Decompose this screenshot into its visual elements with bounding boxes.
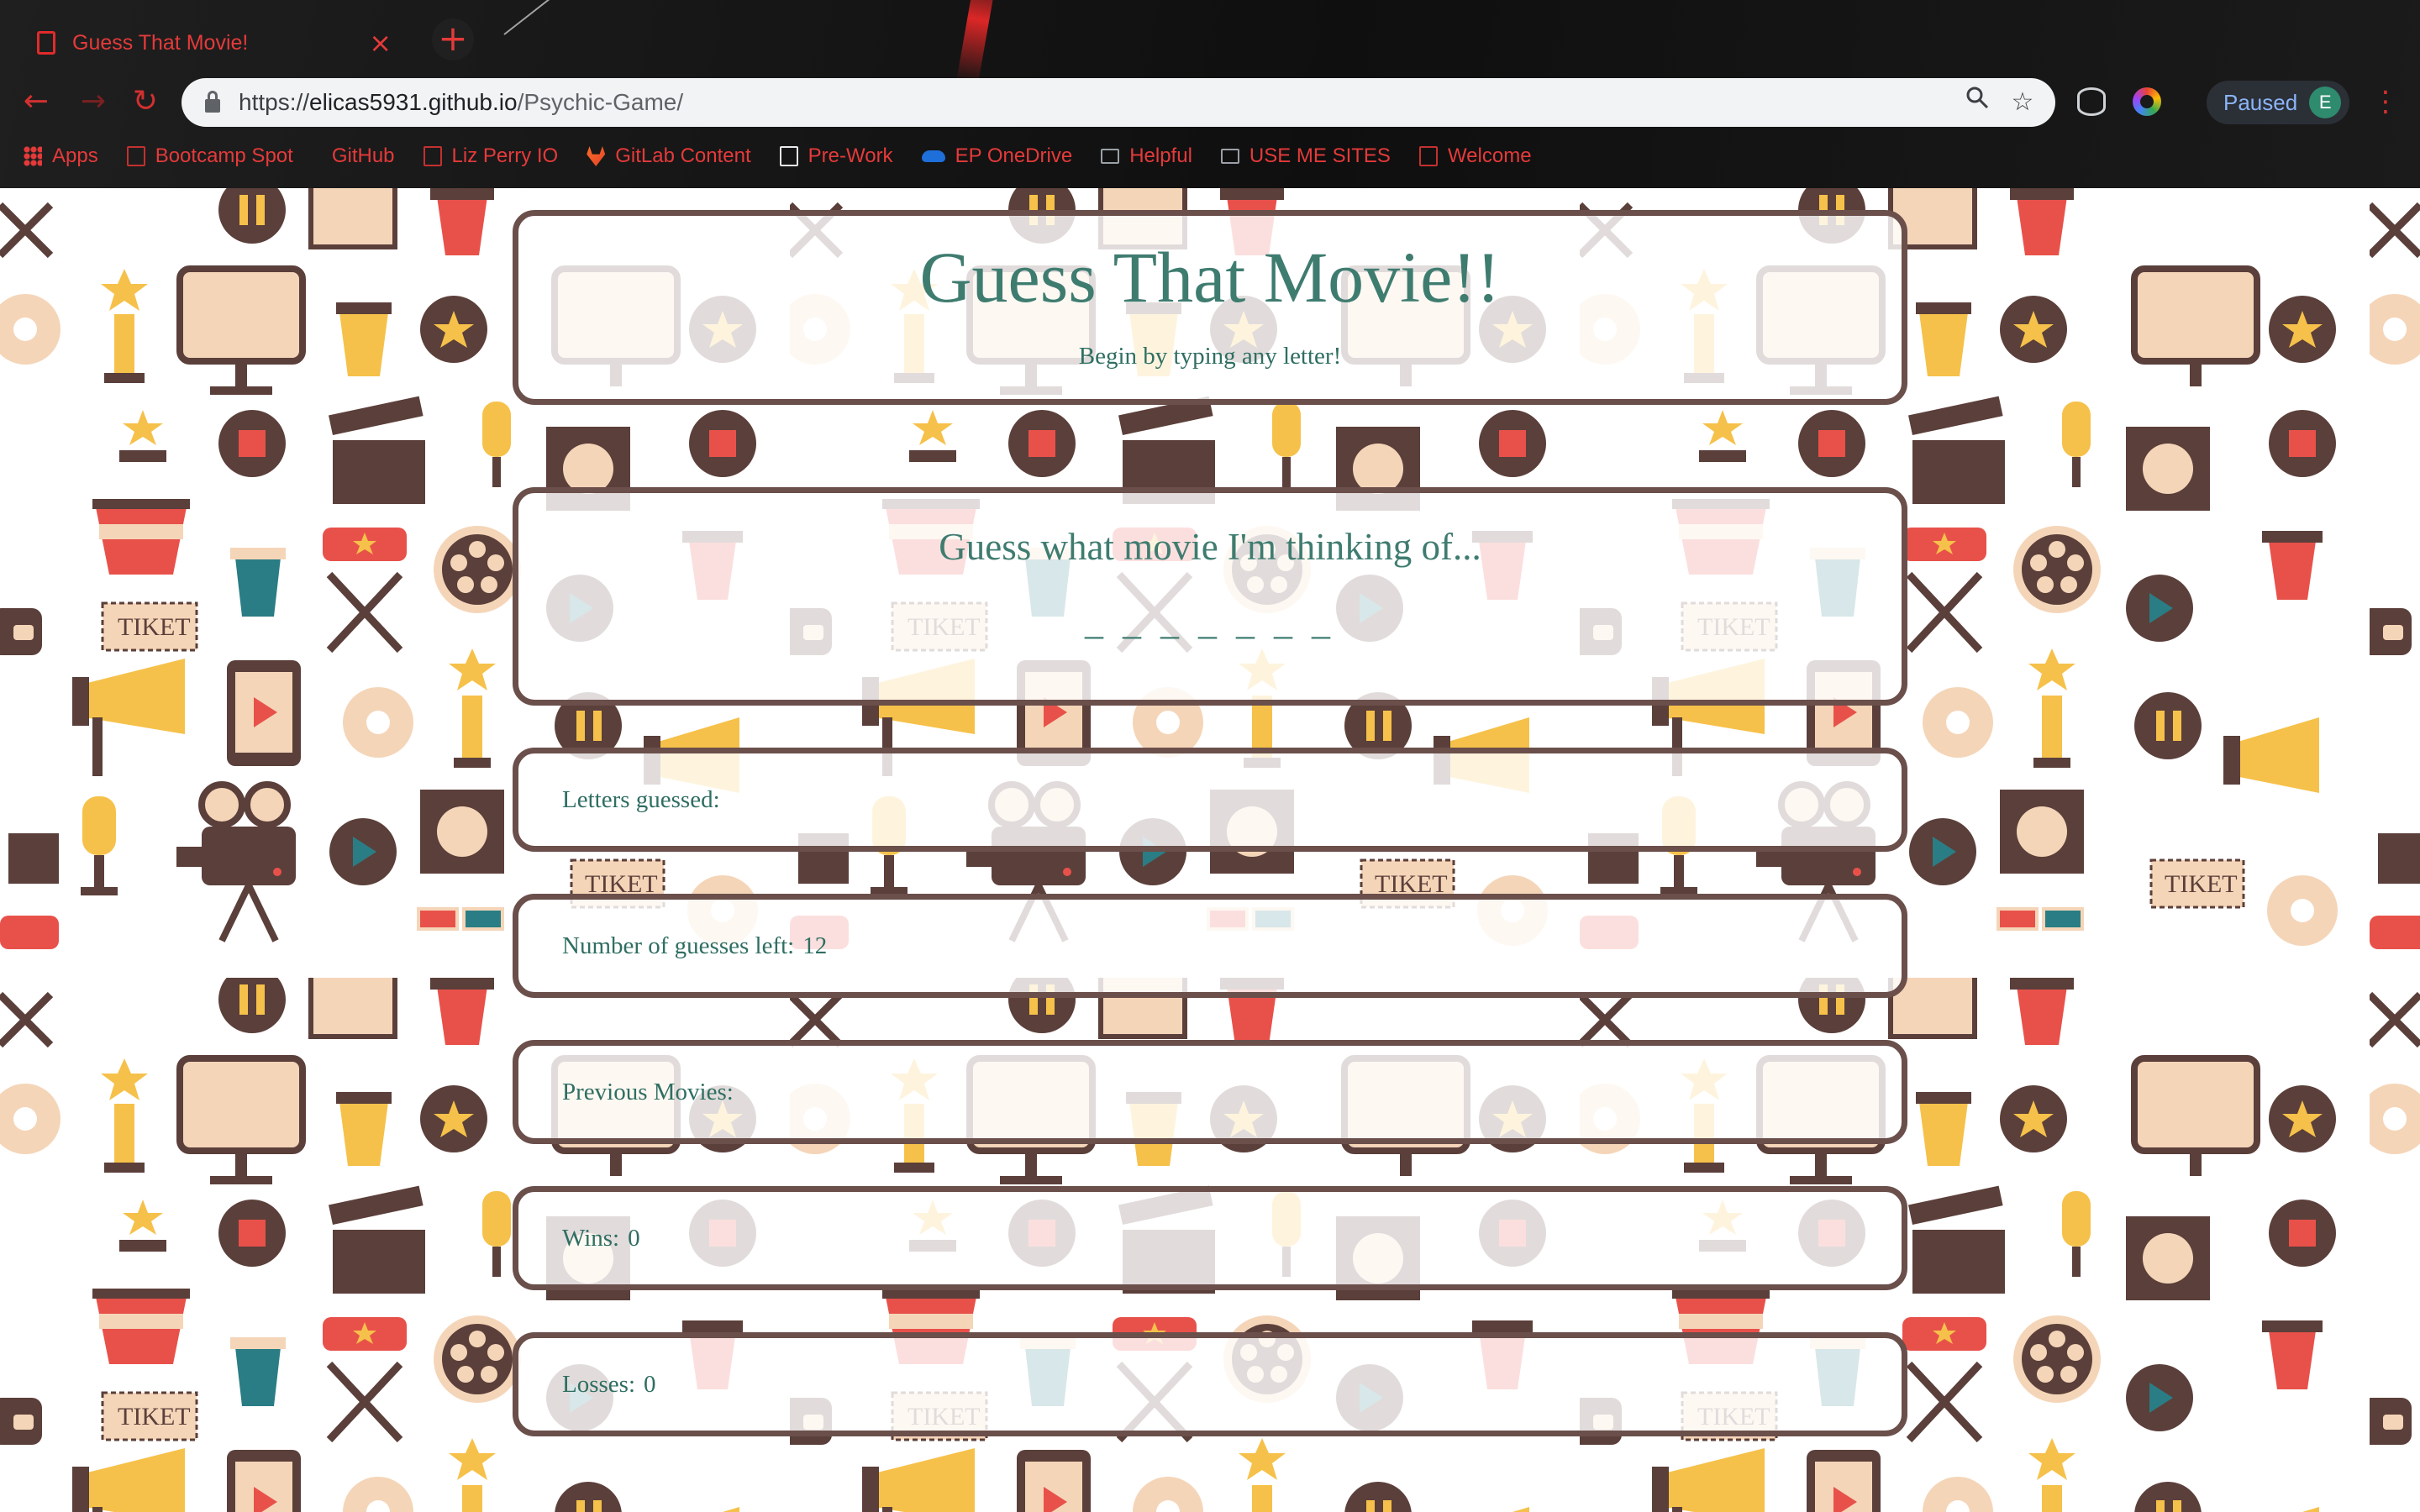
bookmark-label: USE ME SITES: [1249, 144, 1391, 167]
word-blanks: _ _ _ _ _ _ _: [1085, 601, 1335, 643]
profile-status: Paused: [2223, 89, 2298, 115]
bookmark-bootcamp-spot[interactable]: Bootcamp Spot: [126, 144, 293, 168]
previous-movies-label: Previous Movies:: [562, 1078, 734, 1105]
header-panel: Guess That Movie!! Begin by typing any l…: [513, 210, 1907, 405]
letters-guessed-panel: Letters guessed:: [513, 748, 1907, 852]
losses-label: Losses:: [562, 1370, 635, 1398]
tab-title: Guess That Movie!: [72, 30, 249, 55]
url-host: elicas5931.github.io: [309, 89, 518, 115]
bookmark-github[interactable]: GitHub: [322, 144, 395, 168]
bookmark-label: EP OneDrive: [955, 144, 1073, 167]
bookmark-pre-work[interactable]: Pre-Work: [779, 144, 893, 168]
bookmark-star-icon[interactable]: ☆: [2005, 85, 2040, 120]
bookmark-gitlab-content[interactable]: GitLab Content: [587, 144, 751, 168]
page-icon: [126, 146, 145, 166]
lock-icon[interactable]: [205, 91, 220, 113]
bookmark-label: Helpful: [1129, 144, 1192, 167]
bookmark-welcome[interactable]: Welcome: [1418, 144, 1532, 168]
bookmark-label: Apps: [52, 144, 98, 167]
guess-panel: Guess what movie I'm thinking of... _ _ …: [513, 487, 1907, 706]
wins-panel: Wins: 0: [513, 1186, 1907, 1290]
wins-label: Wins:: [562, 1224, 620, 1252]
bookmark-liz-perry-io[interactable]: Liz Perry IO: [423, 144, 559, 168]
close-tab-icon[interactable]: ×: [369, 29, 392, 56]
wallpaper-streak: [956, 0, 998, 86]
address-bar[interactable]: https://elicas5931.github.io/Psychic-Gam…: [182, 78, 2055, 127]
profile-sync-button[interactable]: Paused E: [2207, 81, 2349, 124]
new-tab-button[interactable]: +: [432, 18, 474, 60]
folder-icon: [1101, 149, 1120, 164]
gitlab-icon: [587, 146, 606, 166]
guesses-left-label: Number of guesses left:: [562, 932, 795, 959]
browser-chrome: Guess That Movie! × + ← → ↻ https://elic…: [0, 0, 2420, 188]
page-icon: [423, 146, 442, 166]
folder-icon: [1220, 149, 1239, 164]
page-favicon-icon: [37, 31, 55, 55]
guesses-left-value: 12: [802, 932, 828, 959]
zoom-magnifier-icon[interactable]: [1960, 85, 1995, 120]
wallpaper-line: [503, 0, 650, 35]
react-devtools-icon[interactable]: [2077, 87, 2106, 116]
game-page: TIKET: [0, 188, 2420, 1512]
bookmark-apps[interactable]: Apps: [24, 144, 98, 168]
bookmark-helpful[interactable]: Helpful: [1101, 144, 1192, 168]
url-scheme: https://: [239, 89, 310, 115]
page-title: Guess That Movie!!: [919, 237, 1501, 318]
book-icon: [779, 146, 798, 166]
bookmark-label: Welcome: [1447, 144, 1532, 167]
bookmark-label: GitHub: [331, 144, 395, 167]
bookmark-label: Bootcamp Spot: [155, 144, 293, 167]
browser-menu-icon[interactable]: ⋮: [2371, 82, 2400, 121]
bookmark-label: Liz Perry IO: [451, 144, 559, 167]
bookmark-label: GitLab Content: [615, 144, 751, 167]
guess-prompt: Guess what movie I'm thinking of...: [939, 526, 1481, 568]
color-picker-extension-icon[interactable]: [2133, 87, 2161, 116]
losses-value: 0: [644, 1370, 656, 1398]
previous-movies-panel: Previous Movies:: [513, 1040, 1907, 1144]
avatar: E: [2309, 87, 2342, 118]
page-icon: [1418, 146, 1438, 166]
letters-guessed-label: Letters guessed:: [562, 785, 720, 813]
bookmark-label: Pre-Work: [808, 144, 893, 167]
bookmarks-bar: Apps Bootcamp Spot GitHub Liz Perry IO G…: [24, 139, 1532, 173]
onedrive-icon: [921, 150, 945, 162]
reload-icon[interactable]: ↻: [124, 81, 166, 123]
browser-tab-active[interactable]: Guess That Movie! ×: [12, 15, 415, 71]
losses-panel: Losses: 0: [513, 1332, 1907, 1436]
back-arrow-icon[interactable]: ←: [15, 81, 57, 123]
instructions-text: Begin by typing any letter!: [1078, 342, 1342, 370]
url-path: /Psychic-Game/: [517, 89, 684, 115]
guesses-left-panel: Number of guesses left: 12: [513, 894, 1907, 998]
forward-arrow-icon[interactable]: →: [72, 81, 114, 123]
apps-grid-icon: [24, 146, 42, 166]
bookmark-use-me-sites[interactable]: USE ME SITES: [1220, 144, 1391, 168]
url-text[interactable]: https://elicas5931.github.io/Psychic-Gam…: [239, 89, 683, 116]
bookmark-ep-onedrive[interactable]: EP OneDrive: [921, 144, 1073, 168]
wins-value: 0: [628, 1224, 640, 1252]
